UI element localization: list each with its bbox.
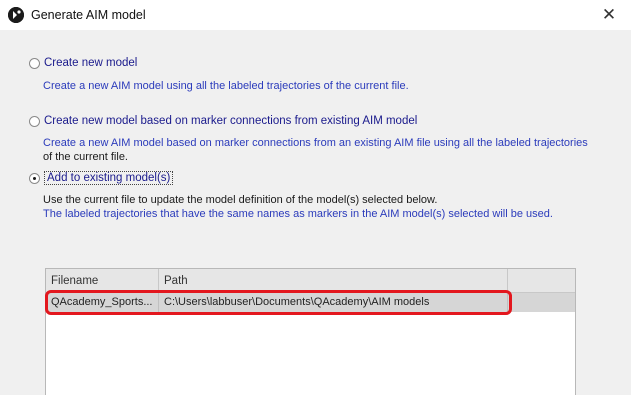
option-description: Create a new AIM model using all the lab… (43, 80, 409, 92)
column-header-filename[interactable]: Filename (46, 269, 159, 292)
selected-row-highlight (45, 290, 512, 315)
option-create-from-existing[interactable]: Create new model based on marker connect… (29, 115, 417, 127)
option-label[interactable]: Add to existing model(s) (44, 171, 174, 185)
close-button[interactable]: ✕ (595, 4, 623, 26)
app-logo-icon (8, 7, 24, 23)
option-label[interactable]: Create new model based on marker connect… (44, 115, 417, 127)
radio-add-to-existing[interactable] (29, 172, 40, 184)
radio-create-from-existing[interactable] (29, 115, 40, 127)
models-table[interactable]: Filename Path QAcademy_Sports... C:\User… (45, 268, 576, 395)
option-description: Use the current file to update the model… (43, 194, 553, 220)
option-description: Create a new AIM model based on marker c… (43, 137, 588, 163)
option-create-new-model[interactable]: Create new model (29, 57, 137, 69)
column-header-path[interactable]: Path (159, 269, 508, 292)
close-icon: ✕ (601, 5, 617, 24)
window-title: Generate AIM model (31, 8, 146, 22)
option-label[interactable]: Create new model (44, 57, 137, 69)
radio-create-new-model[interactable] (29, 57, 40, 69)
title-bar: Generate AIM model ✕ (0, 0, 631, 30)
option-add-to-existing[interactable]: Add to existing model(s) (29, 171, 174, 185)
